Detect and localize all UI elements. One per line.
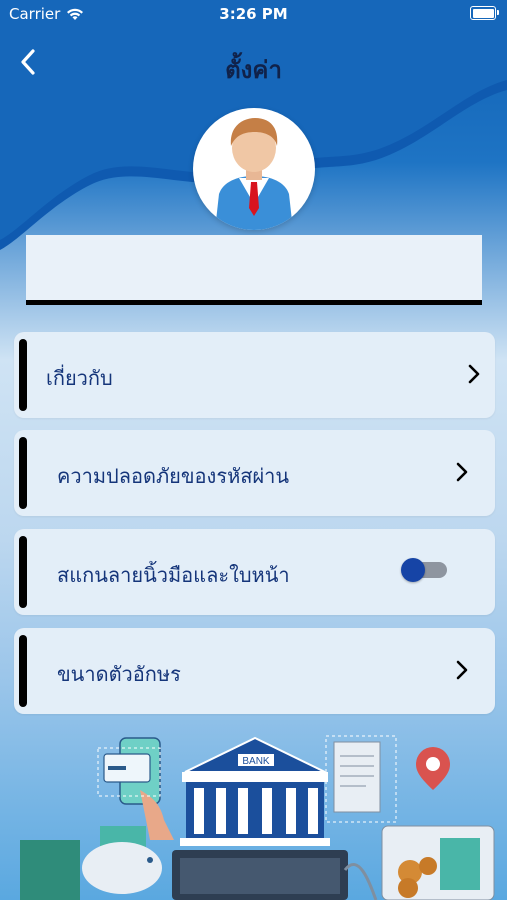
status-time: 3:26 PM — [219, 5, 288, 23]
chevron-right-icon — [456, 462, 468, 482]
name-underline — [26, 300, 482, 305]
bank-building-icon: BANK — [180, 736, 330, 846]
chevron-right-icon — [468, 364, 480, 384]
receipt-icon — [325, 735, 397, 823]
settings-screen: Carrier 3:26 PM ตั้งค่า เกี่ยวกับ ความปล… — [0, 0, 507, 900]
menu-item-biometric-scan[interactable]: สแกนลายนิ้วมือและใบหน้า — [14, 529, 495, 615]
mobile-payment-icon — [97, 737, 174, 840]
bank-sign-text: BANK — [242, 756, 270, 767]
menu-label-about: เกี่ยวกับ — [46, 366, 113, 390]
menu-accent-bar — [19, 339, 27, 411]
navigation-bar: ตั้งค่า — [0, 44, 507, 84]
location-pin-icon — [416, 747, 450, 790]
profile-avatar[interactable] — [193, 108, 315, 230]
profile-name-box — [26, 235, 482, 305]
user-avatar-icon — [215, 118, 293, 230]
menu-label-password-security: ความปลอดภัยของรหัสผ่าน — [57, 464, 290, 488]
menu-item-about[interactable]: เกี่ยวกับ — [14, 332, 495, 418]
menu-accent-bar — [19, 635, 27, 707]
piggy-bank-icon — [20, 826, 162, 900]
menu-label-biometric-scan: สแกนลายนิ้วมือและใบหน้า — [57, 563, 290, 587]
battery-icon — [470, 6, 499, 20]
menu-label-font-size: ขนาดตัวอักษร — [57, 662, 181, 686]
toggle-knob — [401, 558, 425, 582]
status-bar: Carrier 3:26 PM — [0, 0, 507, 28]
page-title: ตั้งค่า — [225, 56, 282, 84]
menu-accent-bar — [19, 437, 27, 509]
menu-item-font-size[interactable]: ขนาดตัวอักษร — [14, 628, 495, 714]
banking-illustration: BANK — [20, 735, 495, 900]
chevron-right-icon — [456, 660, 468, 680]
keyboard-icon — [172, 850, 348, 900]
menu-accent-bar — [19, 536, 27, 608]
tablet-coins-icon — [381, 825, 495, 900]
menu-item-password-security[interactable]: ความปลอดภัยของรหัสผ่าน — [14, 430, 495, 516]
biometric-toggle-switch[interactable] — [401, 558, 447, 582]
